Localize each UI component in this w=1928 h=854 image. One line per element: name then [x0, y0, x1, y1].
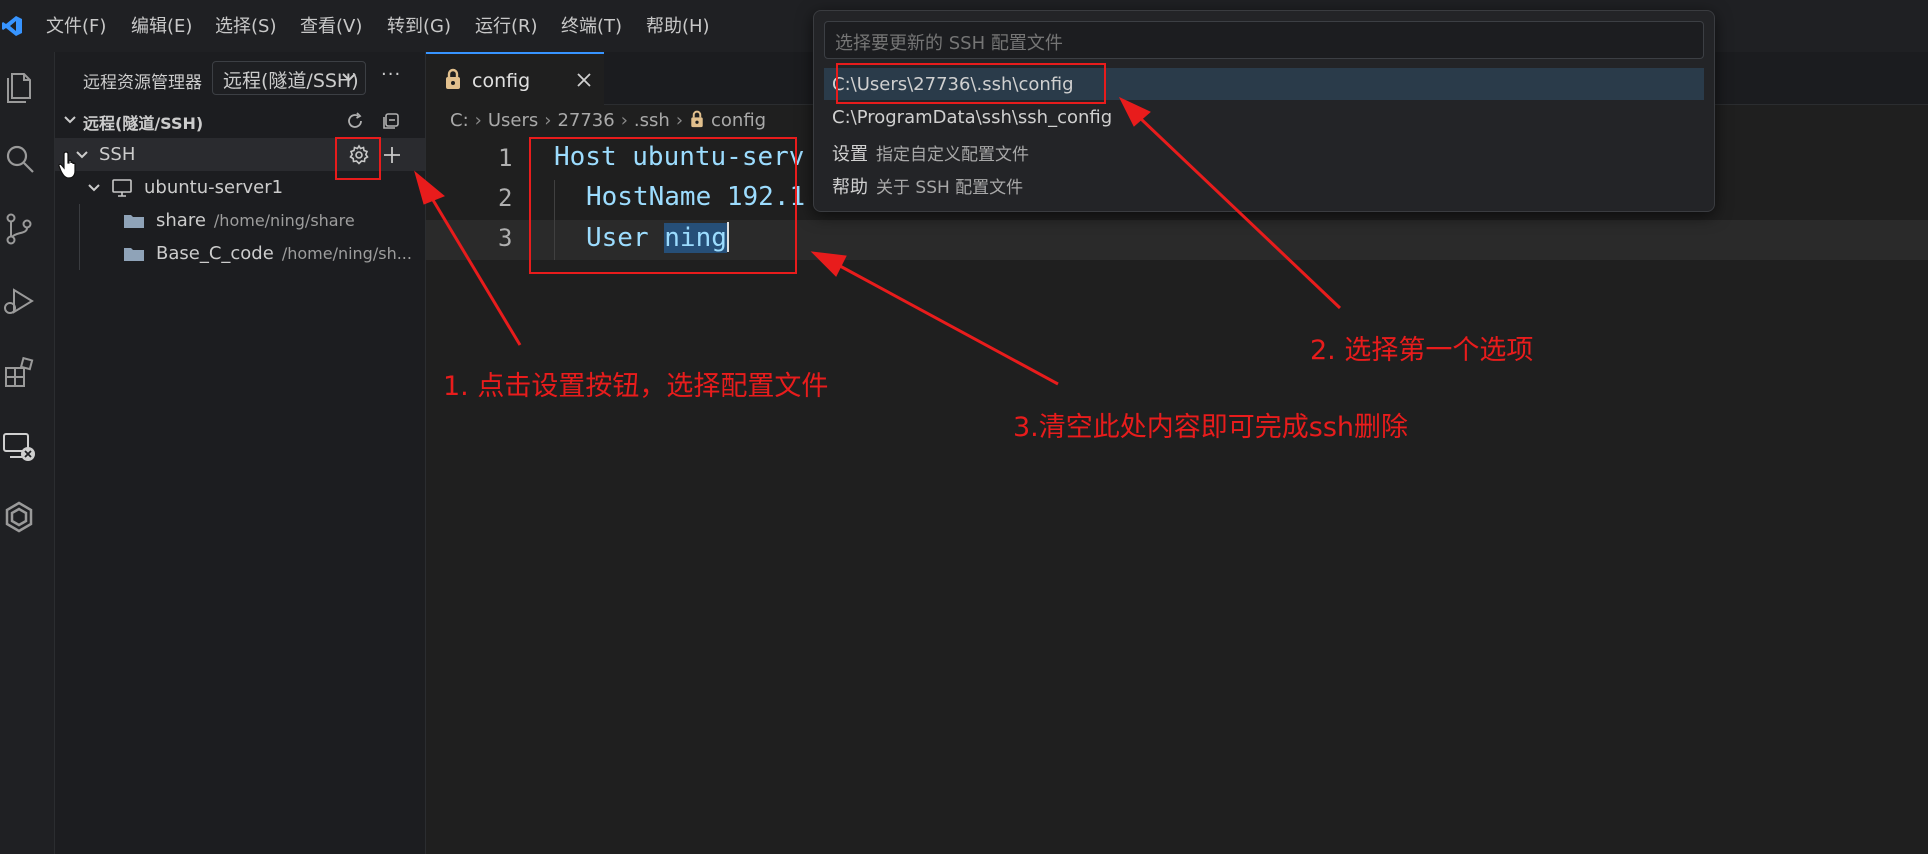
- chevron-right-icon: ›: [474, 110, 482, 131]
- search-icon[interactable]: [2, 142, 36, 176]
- chevron-right-icon: ›: [675, 110, 684, 131]
- annotation-step2: 2. 选择第一个选项: [1310, 335, 1534, 366]
- tree-item-folder[interactable]: share/home/ning/share: [55, 204, 425, 237]
- tree-label-server: ubuntu-server1: [144, 177, 284, 198]
- monitor-icon: [112, 179, 132, 197]
- menu-selection[interactable]: 选择(S): [215, 12, 276, 38]
- sidebar-title: 远程资源管理器: [83, 73, 202, 93]
- menu-file[interactable]: 文件(F): [46, 12, 106, 38]
- breadcrumb-item[interactable]: C:: [450, 110, 469, 131]
- menu-edit[interactable]: 编辑(E): [131, 12, 192, 38]
- chevron-right-icon: ›: [544, 110, 552, 131]
- tree-indent-guide: [79, 204, 80, 270]
- annotation-step1: 1. 点击设置按钮，选择配置文件: [443, 371, 829, 402]
- folder-item-label: share/home/ning/share: [156, 210, 355, 231]
- source-control-icon[interactable]: [2, 212, 36, 246]
- quick-pick-item-label: 帮助 关于 SSH 配置文件: [832, 177, 1024, 198]
- folder-icon: [124, 248, 144, 261]
- chevron-down-icon: [342, 73, 356, 82]
- chevron-down-icon: [88, 184, 100, 192]
- line-number: 2: [498, 184, 513, 212]
- hand-pointer-icon: [58, 151, 76, 179]
- annotation-step3: 3.清空此处内容即可完成ssh删除: [1013, 412, 1409, 443]
- files-icon[interactable]: [2, 70, 36, 104]
- run-debug-icon[interactable]: [2, 284, 36, 318]
- extensions-icon[interactable]: [2, 356, 36, 390]
- annotation-box-gear: [335, 137, 381, 180]
- annotation-box-config-content: [529, 137, 797, 274]
- quick-pick-item-system-config[interactable]: C:\ProgramData\ssh\ssh_config: [824, 101, 1704, 133]
- menu-run[interactable]: 运行(R): [475, 12, 538, 38]
- tree-label-ssh: SSH: [99, 144, 136, 165]
- quick-pick-item-settings[interactable]: 设置 指定自定义配置文件: [824, 134, 1704, 166]
- breadcrumb: C: › Users › 27736 › .ssh › config: [450, 110, 766, 131]
- breadcrumb-item[interactable]: config: [711, 110, 766, 131]
- section-title: 远程(隧道/SSH): [83, 114, 204, 133]
- quick-pick-item-label: C:\ProgramData\ssh\ssh_config: [832, 107, 1113, 128]
- more-actions-button[interactable]: ···: [381, 64, 401, 85]
- menu-view[interactable]: 查看(V): [300, 12, 362, 38]
- tree-item-folder[interactable]: Base_C_code/home/ning/sh...: [55, 237, 425, 270]
- quick-pick-input[interactable]: [824, 21, 1704, 59]
- lock-icon: [691, 110, 703, 128]
- lock-icon: [446, 68, 460, 89]
- quick-pick-dialog: C:\Users\27736\.ssh\config C:\ProgramDat…: [813, 10, 1715, 212]
- menu-terminal[interactable]: 终端(T): [561, 12, 622, 38]
- annotation-box-first-option: [836, 63, 1106, 104]
- refresh-icon[interactable]: [345, 111, 365, 131]
- breadcrumb-item[interactable]: .ssh: [634, 110, 670, 131]
- menu-go[interactable]: 转到(G): [387, 12, 451, 38]
- line-number: 1: [498, 144, 513, 172]
- tab-config[interactable]: config: [426, 52, 604, 104]
- vscode-logo-icon: [2, 16, 22, 36]
- quick-pick-item-label: 设置 指定自定义配置文件: [832, 144, 1029, 165]
- hexagon-icon[interactable]: [2, 500, 36, 534]
- folder-icon: [124, 215, 144, 228]
- folder-item-label: Base_C_code/home/ning/sh...: [156, 243, 412, 264]
- remote-type-select[interactable]: 远程(隧道/SSH): [212, 61, 366, 95]
- menu-help[interactable]: 帮助(H): [646, 12, 710, 38]
- chevron-down-icon: [64, 116, 76, 124]
- add-icon[interactable]: [381, 144, 403, 166]
- tab-label: config: [472, 70, 531, 92]
- close-icon[interactable]: [576, 72, 592, 88]
- section-remote-ssh[interactable]: 远程(隧道/SSH): [55, 104, 425, 137]
- line-number: 3: [498, 224, 513, 252]
- activity-bar: [0, 52, 55, 854]
- breadcrumb-item[interactable]: 27736: [557, 110, 614, 131]
- remote-explorer-icon[interactable]: [2, 430, 36, 464]
- remote-type-select-value: 远程(隧道/SSH): [223, 70, 359, 92]
- collapse-all-icon[interactable]: [381, 111, 401, 131]
- quick-pick-item-help[interactable]: 帮助 关于 SSH 配置文件: [824, 167, 1704, 199]
- breadcrumb-item[interactable]: Users: [488, 110, 538, 131]
- chevron-right-icon: ›: [620, 110, 628, 131]
